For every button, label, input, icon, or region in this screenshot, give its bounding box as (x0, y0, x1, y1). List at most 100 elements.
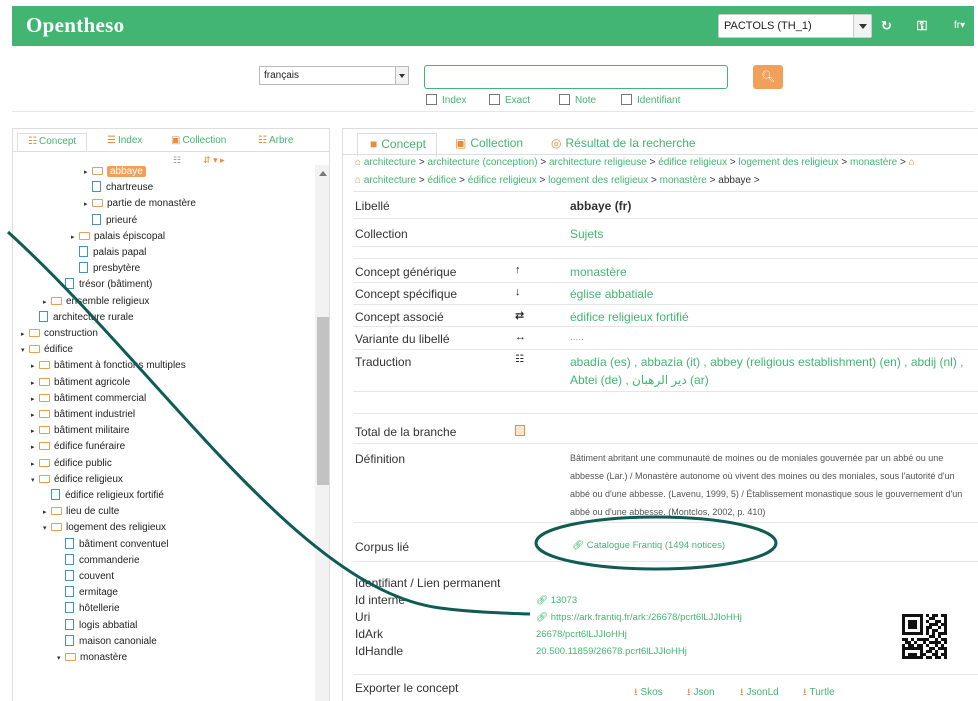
tree-node[interactable]: chartreuse (84, 181, 153, 195)
scroll-up-icon[interactable] (319, 171, 327, 176)
expand-toggle-icon[interactable]: ▸ (31, 409, 39, 423)
breadcrumb-link[interactable]: architecture (364, 157, 416, 168)
home-icon[interactable]: ⌂ (355, 157, 364, 168)
tree-node[interactable]: ▸ abbaye (84, 165, 146, 180)
idhandle-value[interactable]: 20.500.11859/26678.pcrt6lLJJIoHHj (536, 646, 687, 657)
breadcrumb-link[interactable]: monastère (850, 157, 897, 168)
tab-arbre[interactable]: ☷ Arbre (258, 135, 293, 146)
breadcrumb-link[interactable]: monastère (660, 175, 707, 186)
expand-toggle-icon[interactable]: ▸ (43, 296, 51, 310)
tab-search-results[interactable]: ◎ Résultat de la recherche (551, 136, 696, 150)
tree-node[interactable]: maison canoniale (57, 634, 157, 649)
qr-code-icon[interactable] (902, 614, 947, 659)
checkbox[interactable] (559, 94, 570, 105)
tree-scrollbar[interactable] (315, 165, 329, 701)
hierarchy-icon[interactable]: ☷ (173, 155, 181, 165)
breadcrumb-link[interactable]: édifice (427, 175, 456, 186)
breadcrumb-link[interactable]: logement des religieux (548, 175, 648, 186)
expand-toggle-icon[interactable]: ▸ (31, 441, 39, 455)
checkbox[interactable] (621, 94, 632, 105)
expand-toggle-icon[interactable]: ▸ (31, 360, 39, 374)
breadcrumb-link[interactable]: édifice religieux (468, 175, 537, 186)
tree-node[interactable]: logis abbatial (57, 618, 137, 633)
checkbox[interactable] (489, 94, 500, 105)
specifique-link[interactable]: église abbatiale (570, 287, 653, 301)
tree-node[interactable]: ermitage (57, 586, 118, 600)
expand-toggle-icon[interactable]: ▸ (43, 506, 51, 520)
expand-toggle-icon[interactable]: ▸ (21, 328, 29, 342)
expand-toggle-icon[interactable]: ▸ (84, 198, 92, 212)
corpus-link[interactable]: 🔗︎ Catalogue Frantiq (1494 notices) (572, 540, 725, 551)
expand-toggle-icon[interactable]: ▸ (31, 393, 39, 407)
tree-node[interactable]: couvent (57, 570, 114, 584)
expand-toggle-icon[interactable]: ▸ (31, 458, 39, 472)
expand-toggle-icon[interactable]: ▸ (84, 166, 92, 180)
scrollbar-thumb[interactable] (317, 317, 329, 485)
calculator-icon[interactable] (515, 425, 525, 436)
breadcrumb-link[interactable]: édifice religieux (658, 157, 727, 168)
export-jsonld-button[interactable]: ⭳ JsonLd (740, 685, 779, 701)
breadcrumb-link[interactable]: architecture religieuse (549, 157, 647, 168)
tree-node[interactable]: ▸ bâtiment à fonctions multiples (31, 359, 186, 374)
thesaurus-select[interactable]: PACTOLS (TH_1) (718, 14, 872, 38)
tree-node[interactable]: hôtellerie (57, 602, 120, 616)
traduction-line2[interactable]: Abtei (de) , دير الرهبان (ar) (570, 373, 709, 387)
expand-toggle-icon[interactable]: ▸ (71, 231, 79, 245)
tree-node[interactable]: bâtiment conventuel (57, 537, 169, 552)
tree-node[interactable]: commanderie (57, 553, 140, 568)
tree-node[interactable]: ▸ bâtiment agricole (31, 376, 130, 391)
expand-toggle-open-icon[interactable]: ▾ (57, 652, 65, 666)
export-json-button[interactable]: ⭳ Json (687, 685, 715, 701)
sort-icon[interactable]: ⇵ ▾ ▸ (203, 155, 225, 165)
home-icon[interactable]: ⌂ (909, 157, 915, 168)
tree-node[interactable]: architecture rurale (31, 310, 134, 325)
key-icon[interactable]: ⚿ (917, 18, 927, 34)
tree-node[interactable]: ▸ édifice funéraire (31, 440, 125, 455)
option-identifiant[interactable]: Identifiant (621, 94, 680, 106)
export-skos-button[interactable]: ⭳ Skos (634, 685, 663, 701)
tree-node[interactable]: presbytère (71, 262, 140, 276)
tree-node[interactable]: ▸ palais épiscopal (71, 230, 165, 245)
tree-node[interactable]: ▸ bâtiment militaire (31, 424, 130, 439)
option-exact[interactable]: Exact (489, 94, 530, 106)
tree-node[interactable]: prieuré (84, 213, 137, 228)
tree-node[interactable]: ▸ partie de monastère (84, 197, 196, 212)
expand-toggle-open-icon[interactable]: ▾ (21, 344, 29, 358)
home-icon[interactable]: ⌂ (355, 175, 364, 186)
tree-node[interactable]: édifice religieux fortifié (43, 489, 164, 503)
export-turtle-button[interactable]: ⭳ Turtle (803, 685, 835, 701)
breadcrumb-link[interactable]: architecture (conception) (427, 157, 537, 168)
expand-toggle-icon[interactable]: ▸ (31, 425, 39, 439)
breadcrumb-link[interactable]: logement des religieux (739, 157, 839, 168)
tab-collection[interactable]: ▣ Collection (455, 136, 523, 150)
tab-index[interactable]: ☰ Index (107, 135, 142, 146)
expand-toggle-open-icon[interactable]: ▾ (43, 522, 51, 536)
traduction-line1[interactable]: abadía (es) , abbazia (it) , abbey (reli… (570, 355, 964, 369)
tree-node[interactable]: ▾ édifice religieux (31, 473, 123, 488)
refresh-icon[interactable]: ↻ (881, 18, 892, 34)
expand-toggle-open-icon[interactable]: ▾ (31, 474, 39, 488)
tree-node[interactable]: ▸ édifice public (31, 457, 112, 472)
chevron-down-icon[interactable] (395, 67, 408, 84)
checkbox[interactable] (426, 94, 437, 105)
search-input[interactable] (424, 65, 728, 89)
chevron-down-icon[interactable] (853, 15, 871, 37)
breadcrumb-link[interactable]: architecture (364, 175, 416, 186)
tree-node[interactable]: ▸ lieu de culte (43, 505, 119, 520)
tree-node[interactable]: ▸ construction (21, 327, 98, 342)
search-button[interactable]: 🔍︎ (753, 65, 783, 89)
tab-concept[interactable]: ☷ Concept (17, 133, 88, 152)
tree-node[interactable]: trésor (bâtiment) (57, 278, 152, 292)
tree-node[interactable]: ▸ bâtiment industriel (31, 408, 135, 423)
tree-node[interactable]: ▾ logement des religieux (43, 521, 166, 536)
expand-toggle-icon[interactable]: ▸ (31, 377, 39, 391)
tree-node[interactable]: ▸ bâtiment commercial (31, 392, 146, 407)
tree-node[interactable]: ▾ monastère (57, 651, 127, 666)
tree-node[interactable]: palais papal (71, 246, 146, 260)
tree-node[interactable]: ▾ édifice (21, 343, 73, 358)
search-language-select[interactable]: français (259, 66, 409, 85)
id-interne-value[interactable]: 🔗︎ 13073 (536, 595, 577, 606)
option-note[interactable]: Note (559, 94, 596, 106)
tab-collection[interactable]: ▣ Collection (171, 135, 226, 146)
option-index[interactable]: Index (426, 94, 466, 106)
